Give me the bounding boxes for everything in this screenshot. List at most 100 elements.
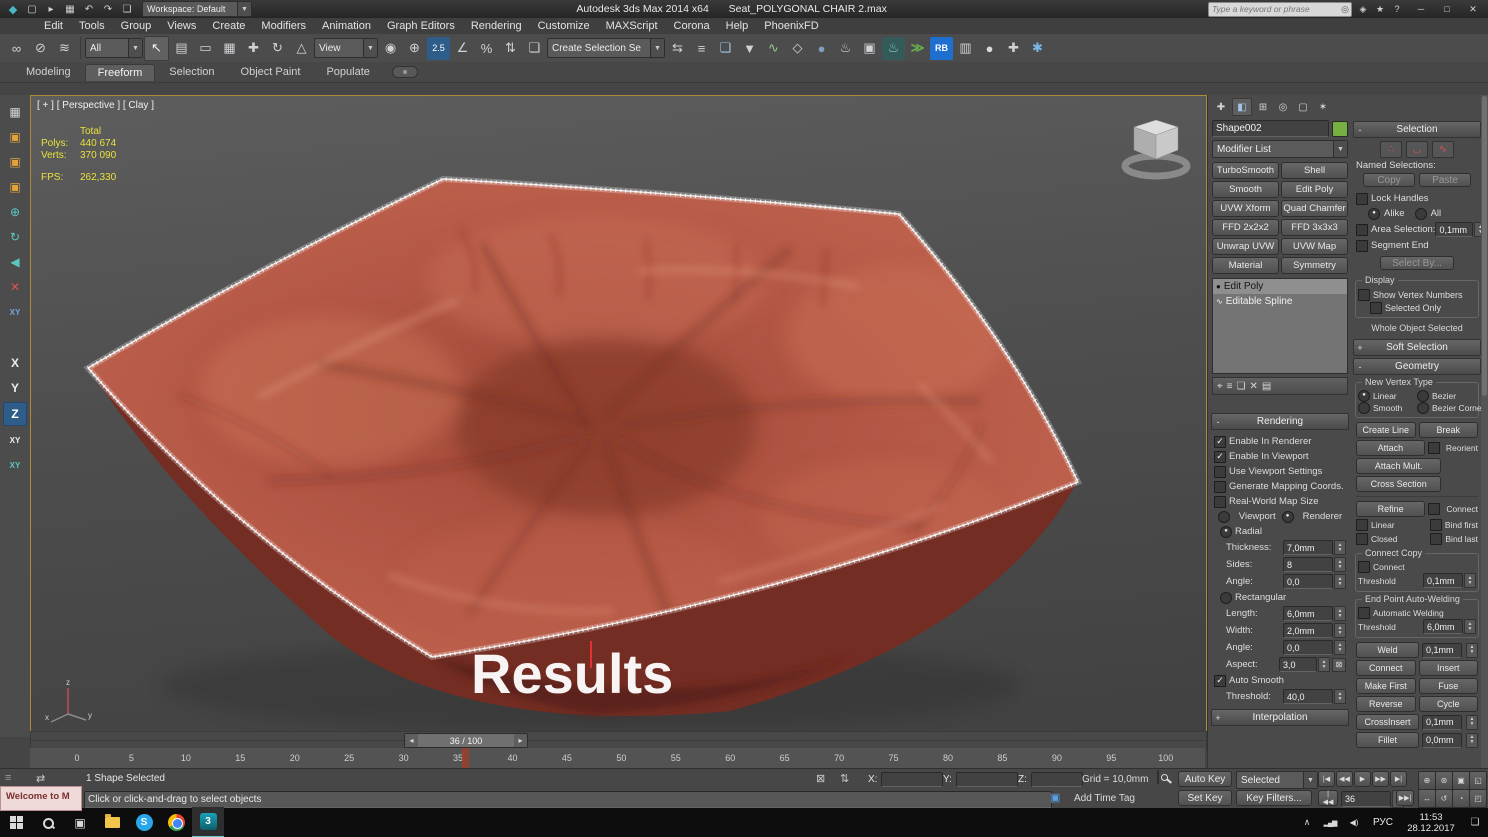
cycle-button[interactable]: Cycle <box>1419 696 1479 712</box>
rectangular-radio[interactable] <box>1220 592 1232 604</box>
checkbox[interactable]: ✓ <box>1214 451 1226 463</box>
rect-selection-region-icon[interactable]: ▭ <box>194 37 217 60</box>
render-production-icon[interactable]: ♨ <box>882 37 905 60</box>
scrollbar-thumb[interactable] <box>1482 96 1487 396</box>
workspace-dropdown[interactable]: Workspace: Default▼ <box>142 1 252 17</box>
create-tab-icon[interactable]: ✚ <box>1212 99 1230 115</box>
add-time-tag-label[interactable]: Add Time Tag <box>1074 793 1135 804</box>
motion-tab-icon[interactable]: ◎ <box>1274 99 1292 115</box>
network-icon[interactable]: ▂▄▆ <box>1318 808 1342 837</box>
spinner-arrows[interactable] <box>1464 619 1476 634</box>
constraint-move-icon[interactable]: ⊕ <box>4 201 26 223</box>
segment-end-checkbox[interactable] <box>1356 240 1368 252</box>
show-end-result-icon[interactable]: ≡ <box>1227 381 1233 392</box>
fov-icon[interactable]: ◔ <box>1452 789 1470 808</box>
soft-selection-rollout-header[interactable]: + Soft Selection <box>1353 339 1481 356</box>
maximize-viewport-icon[interactable]: ◰ <box>1469 789 1487 808</box>
modifier-preset-button[interactable]: FFD 2x2x2 <box>1212 219 1279 236</box>
railclone-icon[interactable]: RB <box>930 37 953 60</box>
z-coord-field[interactable] <box>1031 772 1083 787</box>
spinner-value-field[interactable]: 6,0mm <box>1283 606 1333 621</box>
spinner-arrows[interactable] <box>1318 657 1330 672</box>
modifier-preset-button[interactable]: Edit Poly <box>1281 181 1348 198</box>
current-frame-marker[interactable] <box>462 748 469 768</box>
open-file-icon[interactable]: ▸ <box>42 2 60 17</box>
cushion-3d-model[interactable] <box>31 96 1206 731</box>
zoom-icon[interactable]: ⊕ <box>1418 771 1436 790</box>
cross-section-button[interactable]: Cross Section <box>1356 476 1441 492</box>
aspect-value-field[interactable]: 3,0 <box>1279 657 1317 672</box>
go-to-end-button[interactable]: ▶| <box>1390 771 1407 787</box>
use-pivot-center-icon[interactable]: ◉ <box>379 37 402 60</box>
welcome-window[interactable]: Welcome to M <box>0 786 82 811</box>
volume-icon[interactable]: ◀) <box>1342 808 1366 837</box>
restrict-y-button[interactable]: Y <box>4 377 26 399</box>
selection-set-dropdown[interactable]: Selected▼ <box>1236 771 1318 789</box>
spinner-arrows[interactable] <box>1334 574 1346 589</box>
layer-manager-icon[interactable]: ❏ <box>714 37 737 60</box>
checkbox[interactable] <box>1214 496 1226 508</box>
connect-copy-checkbox[interactable] <box>1358 561 1370 573</box>
fuse-button[interactable]: Fuse <box>1419 678 1479 694</box>
aspect-lock-icon[interactable]: ⊠ <box>1332 658 1346 672</box>
selected-only-checkbox[interactable] <box>1370 302 1382 314</box>
time-tag-toggle-icon[interactable]: ⇄ <box>36 772 45 785</box>
maximize-button[interactable]: □ <box>1434 1 1460 17</box>
y-coord-field[interactable] <box>956 772 1018 787</box>
orbit-icon[interactable]: ↺ <box>1435 789 1453 808</box>
fillet-field[interactable]: 0,0mm <box>1422 733 1462 748</box>
minimize-button[interactable]: ─ <box>1408 1 1434 17</box>
favorites-icon[interactable]: ★ <box>1372 2 1388 16</box>
add-button-icon[interactable]: ✚ <box>1002 37 1025 60</box>
modifier-preset-button[interactable]: Symmetry <box>1281 257 1348 274</box>
zoom-extents-icon[interactable]: ▣ <box>1452 771 1470 790</box>
corona-icon[interactable]: ● <box>978 37 1001 60</box>
selection-lock-icon[interactable]: ⊠ <box>816 772 825 785</box>
remove-modifier-icon[interactable]: ✕ <box>1249 381 1257 392</box>
next-frame-arrow[interactable]: ▸ <box>514 734 527 747</box>
connect-copy-threshold-field[interactable]: 0,1mm <box>1423 573 1463 588</box>
menu-item[interactable]: Graph Editors <box>379 20 463 32</box>
ribbon-tab[interactable]: Populate <box>314 64 381 80</box>
geometry-rollout-header[interactable]: - Geometry <box>1353 358 1481 375</box>
modifier-preset-button[interactable]: UVW Xform <box>1212 200 1279 217</box>
menu-item[interactable]: Help <box>718 20 757 32</box>
rendering-rollout-header[interactable]: - Rendering <box>1211 413 1349 430</box>
key-mode-toggle-button[interactable]: |◀◀ <box>1318 790 1338 806</box>
mirror-icon[interactable]: ⇆ <box>666 37 689 60</box>
auto-smooth-checkbox[interactable]: ✓ <box>1214 675 1226 687</box>
modifier-stack-item[interactable]: ● Edit Poly <box>1213 279 1347 294</box>
ribbon-tab[interactable]: Object Paint <box>229 64 313 80</box>
connect-button[interactable]: Connect <box>1356 660 1416 676</box>
clock[interactable]: 11:53 28.12.2017 <box>1400 808 1462 837</box>
weld-threshold-field[interactable]: 6,0mm <box>1423 619 1463 634</box>
prev-frame-arrow[interactable]: ◂ <box>405 734 418 747</box>
attach-button[interactable]: Attach <box>1356 440 1425 456</box>
menu-item[interactable]: Rendering <box>463 20 530 32</box>
make-first-button[interactable]: Make First <box>1356 678 1416 694</box>
spinner-arrows[interactable] <box>1334 689 1346 704</box>
vertex-subobject-icon[interactable]: ∴ <box>1380 141 1402 158</box>
spinner-arrows[interactable] <box>1334 540 1346 555</box>
play-button[interactable]: ▶ <box>1354 771 1371 787</box>
configure-modifier-sets-icon[interactable]: ▤ <box>1262 381 1271 392</box>
next-frame-button[interactable]: ▶▶ <box>1372 771 1389 787</box>
auto-key-button[interactable]: Auto Key <box>1178 771 1232 787</box>
maxscript-listener-icon[interactable]: ▣ <box>1050 791 1060 804</box>
vertex-type-radio[interactable] <box>1417 402 1429 414</box>
vertex-type-radio[interactable] <box>1358 402 1370 414</box>
menu-item[interactable]: Corona <box>666 20 718 32</box>
vray-toolbar-icon[interactable]: ≫ <box>906 37 929 60</box>
set-keys-button[interactable] <box>1157 770 1159 784</box>
menu-item[interactable]: Edit <box>36 20 71 32</box>
language-indicator[interactable]: РУС <box>1366 808 1400 837</box>
object-name-field[interactable]: Shape002 <box>1212 120 1329 137</box>
refine-button[interactable]: Refine <box>1356 501 1425 517</box>
attach-mult-button[interactable]: Attach Mult. <box>1356 458 1441 474</box>
modifier-preset-button[interactable]: Smooth <box>1212 181 1279 198</box>
spinner-arrows[interactable] <box>1466 715 1478 730</box>
create-line-button[interactable]: Create Line <box>1356 422 1416 438</box>
paste-button[interactable]: Paste <box>1419 173 1471 187</box>
pin-stack-icon[interactable]: ⌖ <box>1217 381 1223 392</box>
x-coord-field[interactable] <box>881 772 943 787</box>
